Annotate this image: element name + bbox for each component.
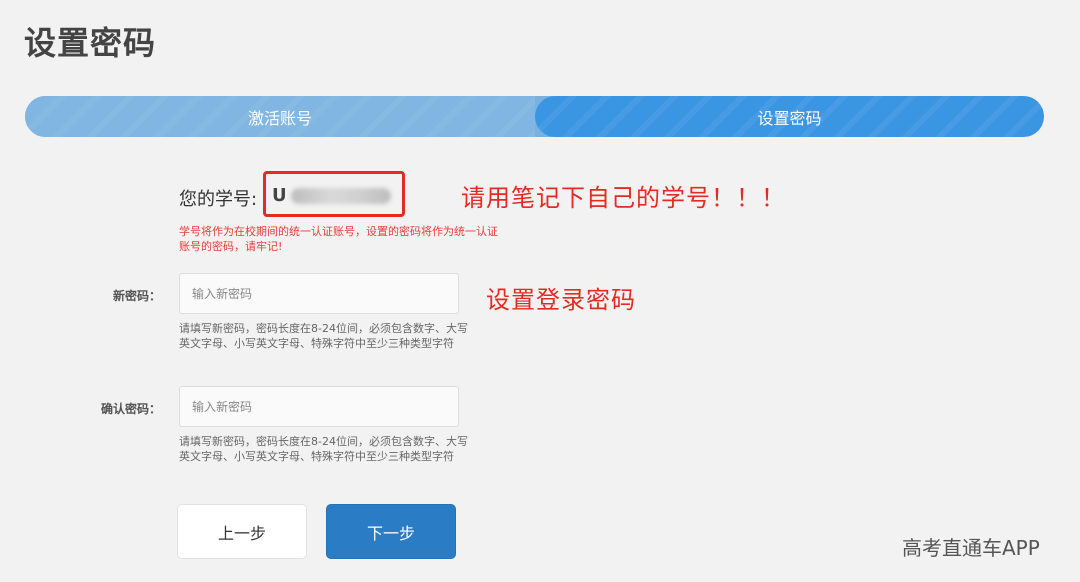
step-activate-account: 激活账号 (25, 96, 535, 137)
new-password-input[interactable] (179, 273, 459, 314)
step-set-password: 设置密码 (535, 96, 1044, 137)
confirm-password-hint: 请填写新密码，密码长度在8-24位间，必须包含数字、大写英文字母、小写英文字母、… (179, 435, 468, 463)
confirm-password-input[interactable] (179, 386, 459, 427)
annotation-remember-id: 请用笔记下自己的学号！！！ (461, 184, 786, 212)
next-step-button[interactable]: 下一步 (326, 504, 456, 559)
student-id-note: 学号将作为在校期间的统一认证账号，设置的密码将作为统一认证账号的密码，请牢记! (179, 225, 498, 253)
progress-steps: 激活账号 设置密码 (25, 96, 1044, 137)
student-id-label: 您的学号: (179, 189, 258, 210)
page-title: 设置密码 (24, 24, 157, 62)
student-id-highlight-box (263, 171, 405, 217)
watermark: 高考直通车APP (902, 536, 1040, 560)
new-password-hint: 请填写新密码，密码长度在8-24位间，必须包含数字、大写英文字母、小写英文字母、… (179, 322, 468, 350)
new-password-label: 新密码： (112, 289, 161, 303)
annotation-set-password: 设置登录密码 (486, 286, 636, 314)
confirm-password-label: 确认密码： (100, 402, 161, 416)
prev-step-button[interactable]: 上一步 (177, 504, 307, 559)
page: 设置密码 激活账号 设置密码 您的学号: U 请用笔记下自己的学号！！！ 学号将… (0, 0, 1080, 582)
